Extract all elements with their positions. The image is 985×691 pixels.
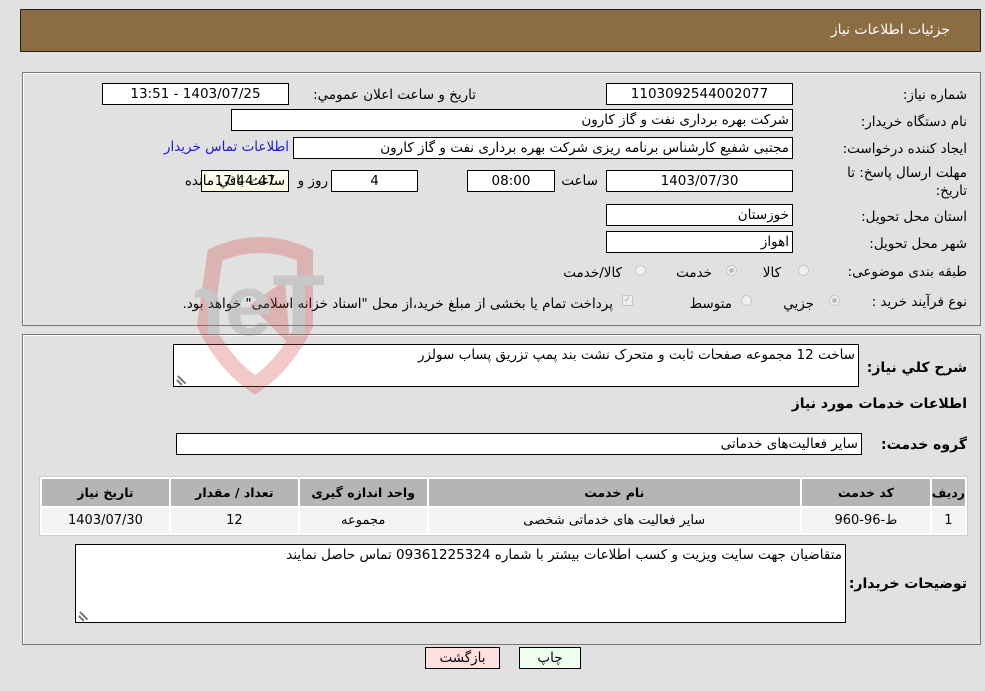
buyer-notes-label: توضیحات خریدار: bbox=[848, 576, 967, 592]
col-service-code: کد خدمت bbox=[801, 479, 930, 506]
cell-unit: مجموعه bbox=[299, 508, 427, 533]
deadline-label-2: تاریخ: bbox=[935, 183, 967, 199]
buyer-notes-textarea[interactable]: متقاضیان جهت سایت ویزیت و کسب اطلاعات بی… bbox=[75, 544, 846, 623]
buyer-contact-link[interactable]: اطلاعات تماس خریدار bbox=[164, 139, 289, 155]
category-option-service: خدمت bbox=[676, 265, 712, 281]
services-table: ردیف کد خدمت نام خدمت واحد اندازه گیری ت… bbox=[39, 476, 968, 536]
province-field: خوزستان bbox=[606, 204, 793, 226]
buyer-notes-text: متقاضیان جهت سایت ویزیت و کسب اطلاعات بی… bbox=[286, 547, 842, 563]
category-radio-service[interactable] bbox=[726, 265, 737, 276]
service-group-field: سایر فعالیت‌های خدماتی bbox=[176, 433, 862, 455]
announce-datetime-field: 1403/07/25 - 13:51 bbox=[102, 83, 289, 105]
need-number-label: شماره نیاز: bbox=[902, 87, 967, 103]
services-table-wrapper: ردیف کد خدمت نام خدمت واحد اندازه گیری ت… bbox=[39, 476, 968, 536]
buyer-org-label: نام دستگاه خریدار: bbox=[860, 114, 967, 130]
province-label: استان محل تحویل: bbox=[861, 209, 967, 225]
services-heading: اطلاعات خدمات مورد نیاز bbox=[791, 396, 967, 412]
cell-quantity: 12 bbox=[170, 508, 298, 533]
category-label: طبقه بندی موضوعی: bbox=[847, 264, 967, 280]
deadline-date-field: 1403/07/30 bbox=[606, 170, 793, 192]
process-radio-medium[interactable] bbox=[741, 295, 752, 306]
time-label: ساعت bbox=[561, 173, 598, 189]
requester-field: مجتبی شفیع کارشناس برنامه ریزی شرکت بهره… bbox=[293, 137, 793, 159]
process-type-label: نوع فرآیند خرید : bbox=[871, 294, 967, 310]
process-option-minor: جزيي bbox=[783, 296, 814, 312]
resize-grip-icon[interactable] bbox=[177, 374, 187, 384]
days-label: روز و bbox=[297, 173, 328, 189]
city-label: شهر محل تحویل: bbox=[869, 236, 967, 252]
category-option-goods-service: کالا/خدمت bbox=[563, 265, 622, 281]
process-option-medium: متوسط bbox=[689, 296, 732, 312]
summary-text: ساخت 12 مجموعه صفحات ثابت و متحرک نشت بن… bbox=[417, 347, 855, 363]
table-row: 1 ط-96-960 سایر فعالیت های خدماتی شخصی م… bbox=[42, 508, 965, 533]
summary-label: شرح کلي نیاز: bbox=[866, 360, 967, 376]
page-title: جزئیات اطلاعات نیاز bbox=[830, 22, 950, 38]
summary-textarea[interactable]: ساخت 12 مجموعه صفحات ثابت و متحرک نشت بن… bbox=[173, 344, 859, 387]
back-button[interactable]: بازگشت bbox=[425, 647, 500, 669]
print-button[interactable]: چاپ bbox=[519, 647, 581, 669]
days-remaining-field: 4 bbox=[331, 170, 418, 192]
remaining-time-label: ساعت باقي مانده bbox=[184, 173, 285, 189]
resize-grip-icon[interactable] bbox=[79, 610, 89, 620]
buyer-org-field: شرکت بهره برداری نفت و گاز کارون bbox=[231, 109, 793, 131]
process-radio-minor[interactable] bbox=[829, 295, 840, 306]
col-quantity: تعداد / مقدار bbox=[170, 479, 298, 506]
treasury-checkbox[interactable]: ✓ bbox=[622, 295, 633, 306]
cell-service-name: سایر فعالیت های خدماتی شخصی bbox=[428, 508, 800, 533]
cell-need-date: 1403/07/30 bbox=[42, 508, 169, 533]
announce-label: تاریخ و ساعت اعلان عمومي: bbox=[313, 87, 476, 103]
col-row-number: ردیف bbox=[931, 479, 965, 506]
col-unit: واحد اندازه گیری bbox=[299, 479, 427, 506]
cell-service-code: ط-96-960 bbox=[801, 508, 930, 533]
city-field: اهواز bbox=[606, 231, 793, 253]
treasury-checkbox-label: پرداخت تمام یا بخشی از مبلغ خرید،از محل … bbox=[182, 296, 613, 312]
requester-label: ایجاد کننده درخواست: bbox=[842, 141, 967, 157]
table-header-row: ردیف کد خدمت نام خدمت واحد اندازه گیری ت… bbox=[42, 479, 965, 506]
col-need-date: تاریخ نیاز bbox=[42, 479, 169, 506]
cell-row-number: 1 bbox=[931, 508, 965, 533]
need-number-field: 1103092544002077 bbox=[606, 83, 793, 105]
category-option-goods: کالا bbox=[762, 265, 781, 281]
deadline-label: مهلت ارسال پاسخ: تا bbox=[847, 165, 967, 181]
service-group-label: گروه خدمت: bbox=[881, 437, 967, 453]
deadline-time-field: 08:00 bbox=[467, 170, 555, 192]
col-service-name: نام خدمت bbox=[428, 479, 800, 506]
category-radio-goods-service[interactable] bbox=[635, 265, 646, 276]
category-radio-goods[interactable] bbox=[798, 265, 809, 276]
page-header: جزئیات اطلاعات نیاز bbox=[20, 9, 981, 52]
